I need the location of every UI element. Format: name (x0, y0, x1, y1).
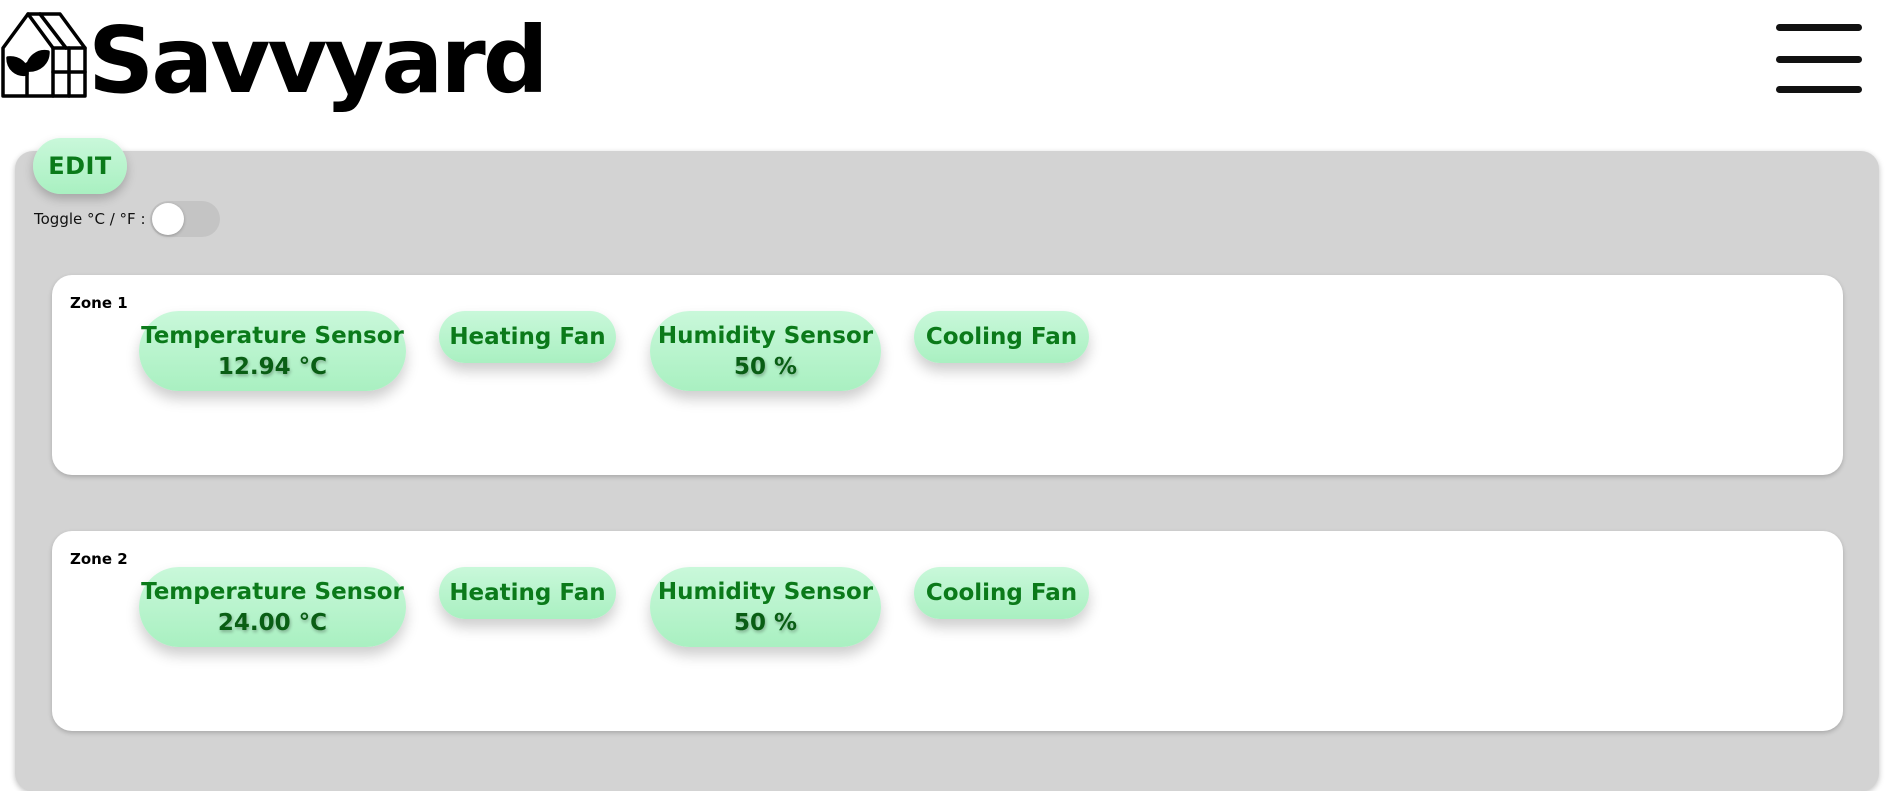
cooling-fan-button[interactable]: Cooling Fan (914, 311, 1089, 363)
zone-card: Zone 1 Temperature Sensor 12.94 °C Heati… (52, 275, 1843, 475)
zone-label: Zone 2 (70, 550, 128, 568)
menu-bar-bottom (1776, 86, 1862, 93)
zone-card: Zone 2 Temperature Sensor 24.00 °C Heati… (52, 531, 1843, 731)
device-name: Temperature Sensor (141, 579, 404, 605)
heating-fan-button[interactable]: Heating Fan (439, 567, 616, 619)
cooling-fan-button[interactable]: Cooling Fan (914, 567, 1089, 619)
heating-fan-button[interactable]: Heating Fan (439, 311, 616, 363)
device-name: Temperature Sensor (141, 323, 404, 349)
humidity-reading: 50 % (733, 354, 798, 380)
unit-toggle-row: Toggle °C / °F : (34, 200, 220, 238)
device-name: Humidity Sensor (657, 323, 874, 349)
humidity-reading: 50 % (733, 610, 798, 636)
device-name: Heating Fan (449, 324, 606, 350)
temperature-reading: 12.94 °C (217, 354, 328, 380)
device-name: Cooling Fan (925, 324, 1078, 350)
hamburger-menu-icon[interactable] (1776, 24, 1864, 96)
humidity-sensor-button[interactable]: Humidity Sensor 50 % (650, 311, 881, 391)
device-name: Humidity Sensor (657, 579, 874, 605)
temperature-sensor-button[interactable]: Temperature Sensor 12.94 °C (139, 311, 406, 391)
device-name: Cooling Fan (925, 580, 1078, 606)
unit-toggle-label: Toggle °C / °F : (34, 210, 146, 228)
humidity-sensor-button[interactable]: Humidity Sensor 50 % (650, 567, 881, 647)
greenhouse-logo-icon (0, 10, 88, 98)
brand-name: Savvyard (88, 7, 549, 114)
menu-bar-middle (1776, 56, 1862, 63)
toggle-knob (151, 203, 184, 235)
zone-label: Zone 1 (70, 294, 128, 312)
menu-bar-top (1776, 24, 1862, 31)
edit-button[interactable]: EDIT (33, 138, 127, 194)
app-header: Savvyard (0, 0, 1891, 130)
device-name: Heating Fan (449, 580, 606, 606)
temperature-reading: 24.00 °C (217, 610, 328, 636)
temperature-sensor-button[interactable]: Temperature Sensor 24.00 °C (139, 567, 406, 647)
unit-toggle-switch[interactable] (149, 201, 220, 237)
